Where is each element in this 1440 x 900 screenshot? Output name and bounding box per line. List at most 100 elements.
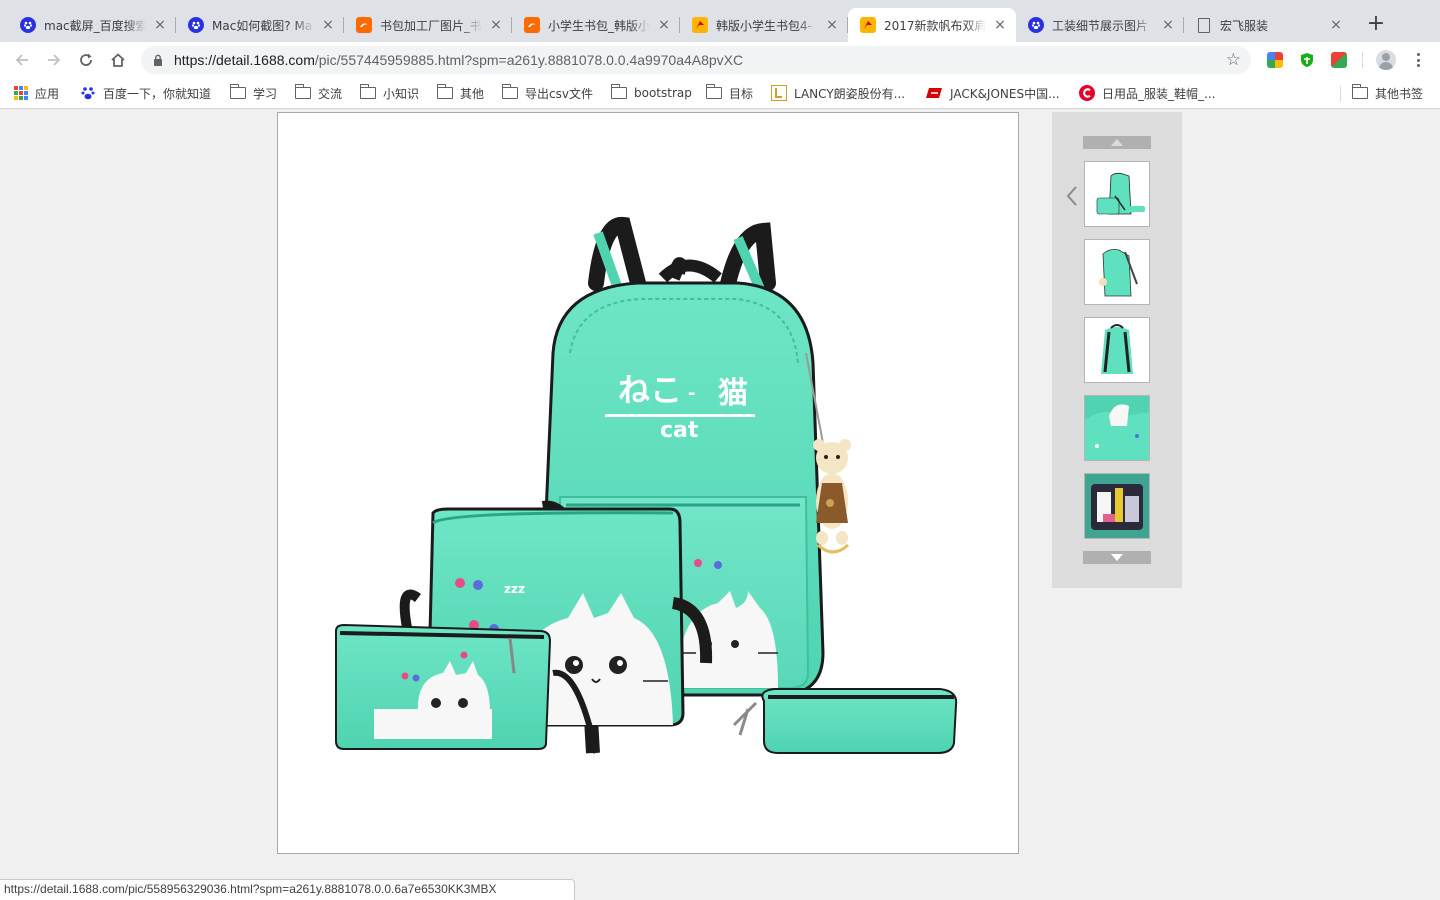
home-icon <box>111 53 125 67</box>
tab-hongfei-clothing[interactable]: 宏飞服装 × <box>1184 8 1352 42</box>
tab-title: 小学生书包_韩版小 <box>548 18 650 33</box>
tab-mac-how-screenshot[interactable]: Mac如何截图? Ma × <box>176 8 344 42</box>
bookmark-other-bookmarks[interactable]: 其他书签 <box>1351 84 1424 102</box>
bag-text-cn: 猫 <box>718 376 748 411</box>
bookmarks-divider <box>1340 86 1341 102</box>
close-icon[interactable]: × <box>1328 17 1344 33</box>
alibaba-icon <box>524 17 540 33</box>
bookmark-lancy[interactable]: LANCY朗姿股份有... <box>771 84 905 102</box>
folder-icon <box>294 84 311 99</box>
bookmark-label: 小知识 <box>383 86 420 101</box>
bag-text-underline <box>605 414 755 417</box>
tab-title: Mac如何截图? Ma <box>212 18 313 33</box>
thumbnail-item-5[interactable] <box>1084 473 1150 539</box>
bookmark-folder-goals[interactable]: 目标 <box>705 84 754 102</box>
tab-strip: mac截屏_百度搜索 × Mac如何截图? Ma × 书包加工厂图片_书 × 小… <box>0 0 1440 42</box>
url-text: https://detail.1688.com/pic/557445959885… <box>174 52 743 68</box>
bookmark-label: 其他 <box>460 86 485 101</box>
bookmark-label: bootstrap <box>634 86 692 100</box>
image-viewer: ねこ - 猫 cat zzz <box>0 110 1440 900</box>
close-icon[interactable]: × <box>320 17 336 33</box>
bookmark-daily-goods[interactable]: 日用品_服装_鞋帽_... <box>1079 84 1215 102</box>
close-icon[interactable]: × <box>992 17 1008 33</box>
address-bar[interactable]: https://detail.1688.com/pic/557445959885… <box>141 46 1251 74</box>
thumbnail-panel <box>1052 112 1182 588</box>
tab-title: 宏飞服装 <box>1220 18 1269 33</box>
bookmark-label: LANCY朗姿股份有... <box>794 86 906 101</box>
tab-title: mac截屏_百度搜索 <box>44 18 146 33</box>
browser-menu-icon[interactable] <box>1412 52 1424 68</box>
close-icon[interactable]: × <box>488 17 504 33</box>
tab-primary-school-bag[interactable]: 小学生书包_韩版小 × <box>512 8 680 42</box>
close-icon[interactable]: × <box>1160 17 1176 33</box>
bookmarks-bar: 应用 百度一下，你就知道 学习 交流 小知识 其他 导出csv文件 bootst… <box>0 78 1440 109</box>
tab-2017-canvas-backpack[interactable]: 2017新款帆布双肩 × <box>848 8 1016 42</box>
1688-icon <box>860 17 876 33</box>
toolbar-divider <box>1362 52 1363 68</box>
extension-colorful-icon[interactable] <box>1267 52 1283 68</box>
thumbnail-scroll-down-button[interactable] <box>1083 551 1151 564</box>
baidu-icon <box>188 17 204 33</box>
bookmark-apps[interactable]: 应用 <box>14 84 59 102</box>
alibaba-icon <box>356 17 372 33</box>
thumbnail-item-1[interactable] <box>1084 161 1150 227</box>
bookmark-label: 目标 <box>729 86 754 101</box>
bookmark-folder-study[interactable]: 学习 <box>229 84 277 102</box>
bookmark-label: 其他书签 <box>1375 86 1424 101</box>
extension-google-icon[interactable] <box>1331 52 1347 68</box>
new-tab-button[interactable]: + <box>1365 13 1387 36</box>
bookmark-jackjones[interactable]: JACK&JONES中国... <box>925 84 1060 102</box>
thumbnail-item-4[interactable] <box>1084 395 1150 461</box>
bag-sleep-text: zzz <box>504 582 525 596</box>
bookmark-folder-tips[interactable]: 小知识 <box>359 84 420 102</box>
home-button[interactable] <box>106 48 130 72</box>
folder-icon <box>1351 84 1368 99</box>
reload-icon <box>80 53 92 66</box>
close-icon[interactable]: × <box>656 17 672 33</box>
bookmark-folder-export-csv[interactable]: 导出csv文件 <box>501 84 593 102</box>
close-icon[interactable]: × <box>152 17 168 33</box>
folder-icon <box>229 84 246 99</box>
tab-title: 书包加工厂图片_书 <box>380 18 482 33</box>
bookmark-baidu[interactable]: 百度一下，你就知道 <box>80 84 211 102</box>
thumbnail-item-3[interactable] <box>1084 317 1150 383</box>
tab-korean-bag-set[interactable]: 韩版小学生书包4- × <box>680 8 848 42</box>
bookmark-folder-bootstrap[interactable]: bootstrap <box>610 84 692 102</box>
profile-avatar-icon[interactable] <box>1376 50 1396 70</box>
chevron-left-icon[interactable] <box>1064 184 1080 208</box>
back-button[interactable] <box>10 48 34 72</box>
tab-workwear-details[interactable]: 工装细节展示图片 × <box>1016 8 1184 42</box>
url-path: /pic/557445959885.html?spm=a261y.8881078… <box>314 52 744 68</box>
tab-mac-screenshot-search[interactable]: mac截屏_百度搜索 × <box>8 8 176 42</box>
status-bar-link-preview: https://detail.1688.com/pic/558956329036… <box>0 879 575 900</box>
folder-icon <box>610 84 627 99</box>
baidu-icon <box>1028 17 1044 33</box>
bag-text-jp: ねこ <box>618 371 682 409</box>
folder-icon <box>359 84 376 99</box>
thumbnail-item-2[interactable] <box>1084 239 1150 305</box>
bookmark-folder-other[interactable]: 其他 <box>436 84 485 102</box>
lancy-icon <box>771 85 787 101</box>
caret-up-icon <box>1111 139 1123 146</box>
folder-icon <box>436 84 453 99</box>
extension-shield-icon[interactable] <box>1299 52 1315 68</box>
1688-icon <box>692 17 708 33</box>
reload-button[interactable] <box>74 48 98 72</box>
forward-button[interactable] <box>42 48 66 72</box>
bookmark-label: 交流 <box>318 86 343 101</box>
bookmark-label: 导出csv文件 <box>525 86 593 101</box>
bookmark-folder-communication[interactable]: 交流 <box>294 84 343 102</box>
tab-bag-factory[interactable]: 书包加工厂图片_书 × <box>344 8 512 42</box>
bookmark-label: JACK&JONES中国... <box>950 86 1060 101</box>
tab-title: 2017新款帆布双肩 <box>884 18 986 33</box>
document-icon <box>1198 17 1210 33</box>
tab-title: 韩版小学生书包4- <box>716 18 812 33</box>
close-icon[interactable]: × <box>824 17 840 33</box>
tab-title: 工装细节展示图片 <box>1052 18 1149 33</box>
thumbnail-scroll-up-button[interactable] <box>1083 136 1151 149</box>
bag-text-en: cat <box>660 418 699 443</box>
arrow-right-icon <box>48 54 61 66</box>
bookmark-label: 日用品_服装_鞋帽_... <box>1102 86 1216 101</box>
c-logo-icon <box>1079 85 1095 101</box>
bookmark-star-icon[interactable]: ☆ <box>1226 50 1241 70</box>
